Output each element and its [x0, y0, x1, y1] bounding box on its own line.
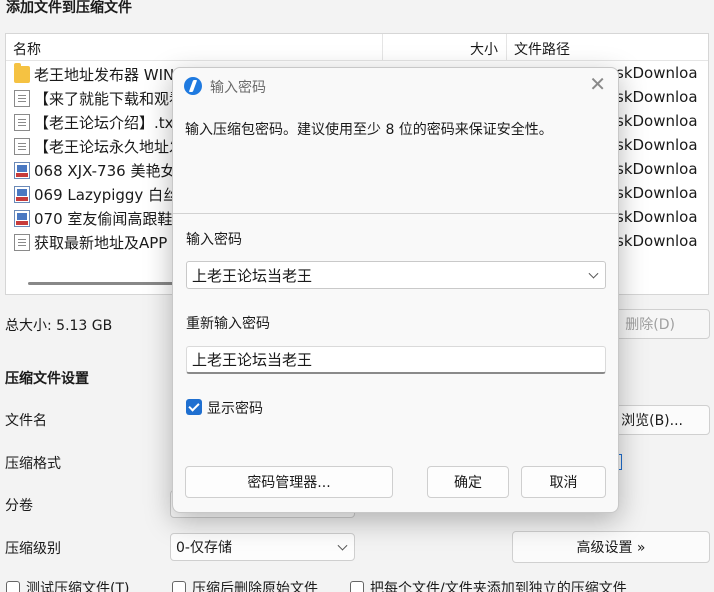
- close-icon[interactable]: ✕: [589, 74, 606, 94]
- test-archive-label: 测试压缩文件(T): [26, 581, 130, 592]
- delete-after-label: 压缩后删除原始文件: [192, 581, 318, 592]
- chevron-down-icon: [337, 540, 348, 551]
- reenter-password-label: 重新输入密码: [186, 316, 270, 332]
- file-name: 070 室友偷闻高跟鞋: [34, 210, 173, 228]
- file-path: skDownloa: [616, 112, 698, 130]
- file-name: 【老王论坛介绍】.txt: [34, 114, 180, 132]
- column-separator: [506, 34, 507, 61]
- file-name: 069 Lazypiggy 白丝: [34, 186, 179, 204]
- text-file-icon: [14, 234, 30, 251]
- column-name[interactable]: 名称: [13, 39, 41, 59]
- image-file-icon: [14, 210, 30, 227]
- column-separator: [382, 34, 383, 61]
- archive-settings-title: 压缩文件设置: [5, 371, 89, 387]
- level-label: 压缩级别: [5, 541, 61, 557]
- reenter-password-value: 上老王论坛当老王: [192, 351, 313, 369]
- file-list-header: 名称 大小 文件路径: [6, 34, 708, 61]
- ok-button[interactable]: 确定: [427, 466, 509, 498]
- file-name: 获取最新地址及APP: [34, 234, 168, 252]
- password-input[interactable]: 上老王论坛当老王: [186, 261, 606, 289]
- format-label: 压缩格式: [5, 456, 61, 472]
- chevron-down-icon[interactable]: [588, 268, 599, 279]
- password-manager-button[interactable]: 密码管理器...: [185, 466, 393, 498]
- file-path: skDownloa: [616, 232, 698, 250]
- text-file-icon: [14, 138, 30, 155]
- column-path[interactable]: 文件路径: [514, 39, 570, 59]
- divider: [173, 213, 618, 214]
- total-size: 总大小: 5.13 GB: [5, 318, 113, 334]
- split-label: 分卷: [5, 498, 33, 514]
- file-name: 068 XJX-736 美艳女: [34, 162, 176, 180]
- image-file-icon: [14, 186, 30, 203]
- delete-after-checkbox[interactable]: [172, 581, 186, 592]
- password-dialog: 输入密码 ✕ 输入压缩包密码。建议使用至少 8 位的密码来保证安全性。 输入密码…: [172, 67, 619, 513]
- test-archive-checkbox[interactable]: [6, 581, 20, 592]
- file-path: skDownloa: [616, 184, 698, 202]
- level-select[interactable]: 0-仅存储: [170, 533, 355, 561]
- level-select-value: 0-仅存储: [176, 540, 232, 556]
- password-label: 输入密码: [186, 232, 242, 248]
- filename-label: 文件名: [5, 413, 47, 429]
- horizontal-scrollbar[interactable]: [28, 282, 188, 285]
- reenter-password-input[interactable]: 上老王论坛当老王: [186, 346, 606, 374]
- cancel-button[interactable]: 取消: [521, 466, 606, 498]
- file-path: skDownloa: [616, 136, 698, 154]
- file-path: skDownloa: [616, 64, 698, 82]
- add-to-archive-title: 添加文件到压缩文件: [6, 0, 132, 16]
- dialog-description: 输入压缩包密码。建议使用至少 8 位的密码来保证安全性。: [185, 122, 553, 138]
- folder-icon: [14, 63, 30, 83]
- file-path: skDownloa: [616, 208, 698, 226]
- dialog-title: 输入密码: [210, 80, 266, 96]
- file-path: skDownloa: [616, 160, 698, 178]
- file-name: 【老王论坛永久地址发: [34, 138, 185, 156]
- image-file-icon: [14, 162, 30, 179]
- text-file-icon: [14, 90, 30, 107]
- file-path: skDownloa: [616, 88, 698, 106]
- advanced-settings-button[interactable]: 高级设置 »: [512, 531, 710, 563]
- show-password-checkbox[interactable]: [186, 399, 202, 415]
- text-file-icon: [14, 114, 30, 131]
- file-name: 【来了就能下载和观看: [34, 90, 185, 108]
- app-logo-icon: [184, 77, 202, 95]
- separate-archives-checkbox[interactable]: [350, 581, 364, 592]
- separate-archives-label: 把每个文件/文件夹添加到独立的压缩文件: [370, 581, 627, 592]
- password-value: 上老王论坛当老王: [192, 266, 313, 285]
- file-name: 老王地址发布器 WIN: [34, 66, 175, 84]
- show-password-label: 显示密码: [207, 401, 263, 417]
- column-size[interactable]: 大小: [470, 39, 498, 59]
